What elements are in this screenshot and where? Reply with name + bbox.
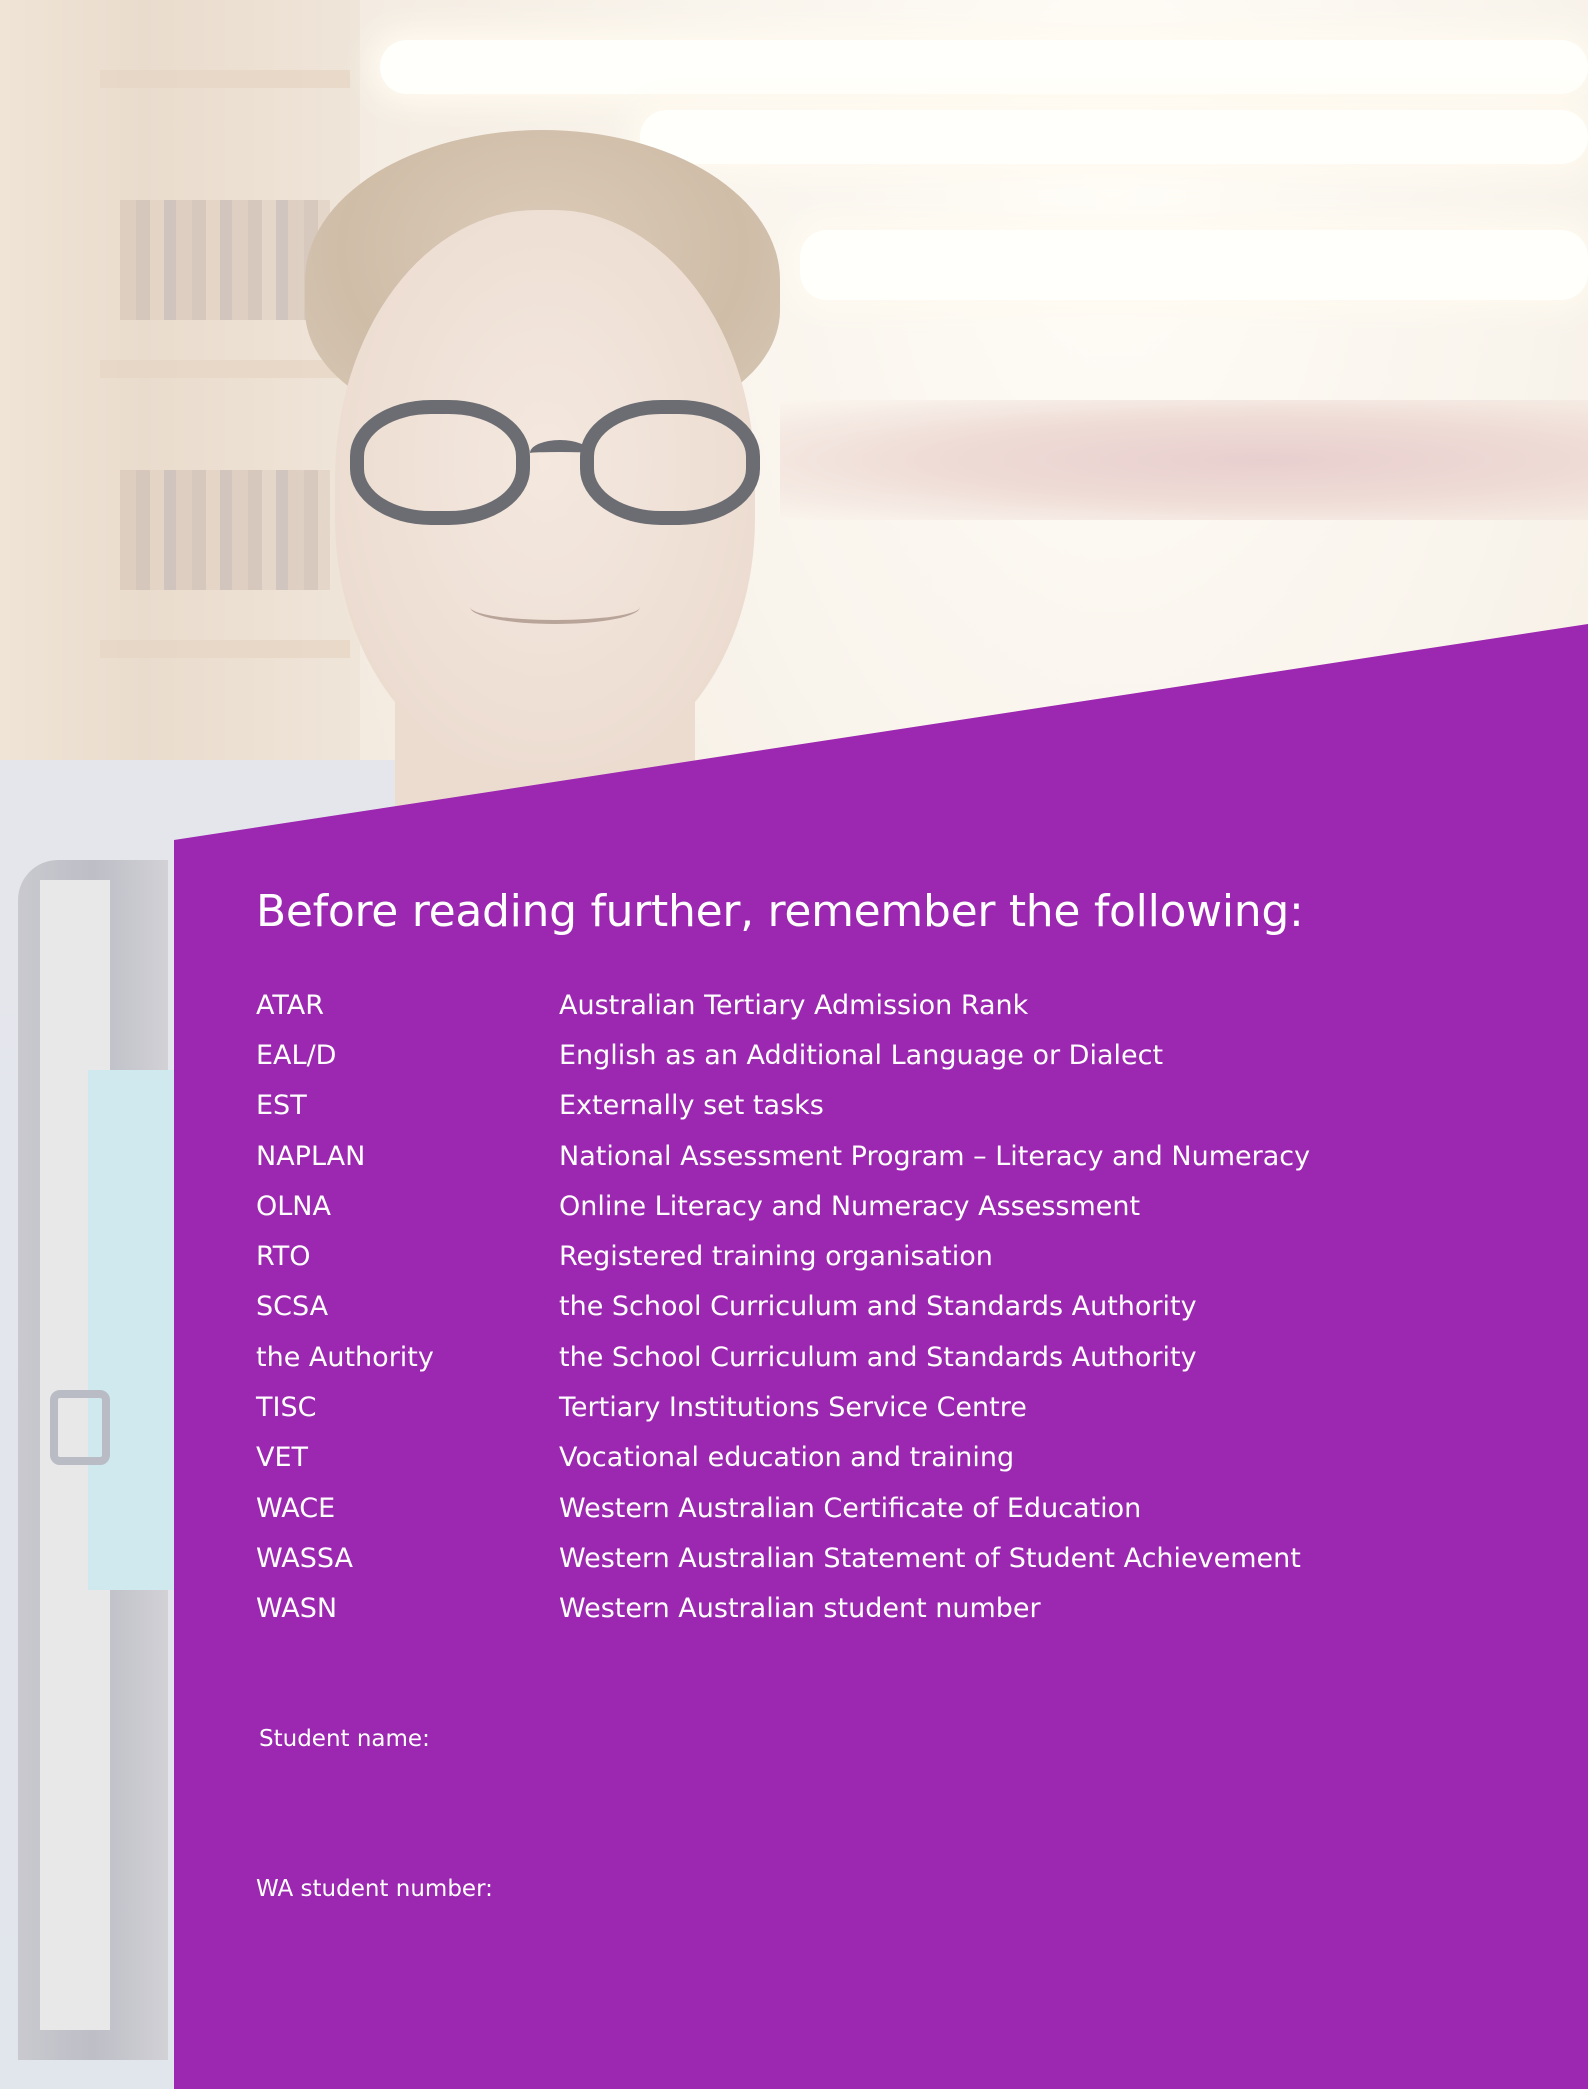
abbreviation-row: WASSA Western Australian Statement of Stu… (256, 1533, 1359, 1583)
abbreviation-definition: Australian Tertiary Admission Rank (559, 989, 1029, 1021)
abbreviation-row: VET Vocational education and training (256, 1433, 1359, 1483)
abbreviation-definition: the School Curriculum and Standards Auth… (559, 1291, 1197, 1323)
abbreviation-definition: Western Australian Statement of Student … (559, 1542, 1301, 1574)
abbreviation-row: WACE Western Australian Certificate of Ed… (256, 1483, 1359, 1533)
abbreviation-row: EST Externally set tasks (256, 1081, 1359, 1131)
abbreviation-definition: Vocational education and training (559, 1442, 1015, 1474)
abbreviation-row: WASN Western Australian student number (256, 1584, 1359, 1634)
abbreviation-term: WASN (256, 1593, 338, 1625)
abbreviation-term: OLNA (256, 1190, 331, 1222)
abbreviation-term: TISC (256, 1392, 317, 1424)
abbreviation-definition: Online Literacy and Numeracy Assessment (559, 1190, 1141, 1222)
abbreviation-term: EST (256, 1090, 307, 1122)
abbreviation-definition: the School Curriculum and Standards Auth… (559, 1341, 1197, 1373)
abbreviation-term: SCSA (256, 1291, 329, 1323)
abbreviation-row: EAL/D English as an Additional Language o… (256, 1030, 1359, 1080)
abbreviation-term: EAL/D (256, 1039, 337, 1071)
abbreviation-row: OLNA Online Literacy and Numeracy Assessm… (256, 1181, 1359, 1231)
abbreviation-term: WASSA (256, 1542, 353, 1574)
abbreviation-definition: English as an Additional Language or Dia… (559, 1039, 1164, 1071)
abbreviation-term: WACE (256, 1492, 336, 1524)
abbreviation-row: RTO Registered training organisation (256, 1231, 1359, 1281)
abbreviation-term: the Authority (256, 1341, 434, 1373)
abbreviation-definition: Western Australian student number (559, 1593, 1041, 1625)
abbreviation-list: ATAR Australian Tertiary Admission Rank EA… (256, 980, 1359, 1634)
page-heading: Before reading further, remember the fol… (256, 886, 1304, 937)
student-name-label: Student name: (259, 1726, 430, 1752)
abbreviation-definition: Externally set tasks (559, 1090, 824, 1122)
abbreviation-term: NAPLAN (256, 1140, 366, 1172)
abbreviation-definition: Registered training organisation (559, 1241, 993, 1273)
abbreviation-row: the Authority the School Curriculum and S… (256, 1332, 1359, 1382)
abbreviation-definition: Western Australian Certificate of Educat… (559, 1492, 1142, 1524)
abbreviation-row: TISC Tertiary Institutions Service Centre (256, 1382, 1359, 1432)
abbreviation-term: ATAR (256, 989, 325, 1021)
abbreviation-term: VET (256, 1442, 309, 1474)
abbreviation-definition: National Assessment Program – Literacy a… (559, 1140, 1311, 1172)
student-number-label: WA student number: (256, 1876, 493, 1902)
abbreviation-term: RTO (256, 1241, 311, 1273)
abbreviation-row: NAPLAN National Assessment Program – Lite… (256, 1131, 1359, 1181)
abbreviation-row: SCSA the School Curriculum and Standards … (256, 1282, 1359, 1332)
abbreviation-row: ATAR Australian Tertiary Admission Rank (256, 980, 1359, 1030)
abbreviation-definition: Tertiary Institutions Service Centre (559, 1392, 1027, 1424)
